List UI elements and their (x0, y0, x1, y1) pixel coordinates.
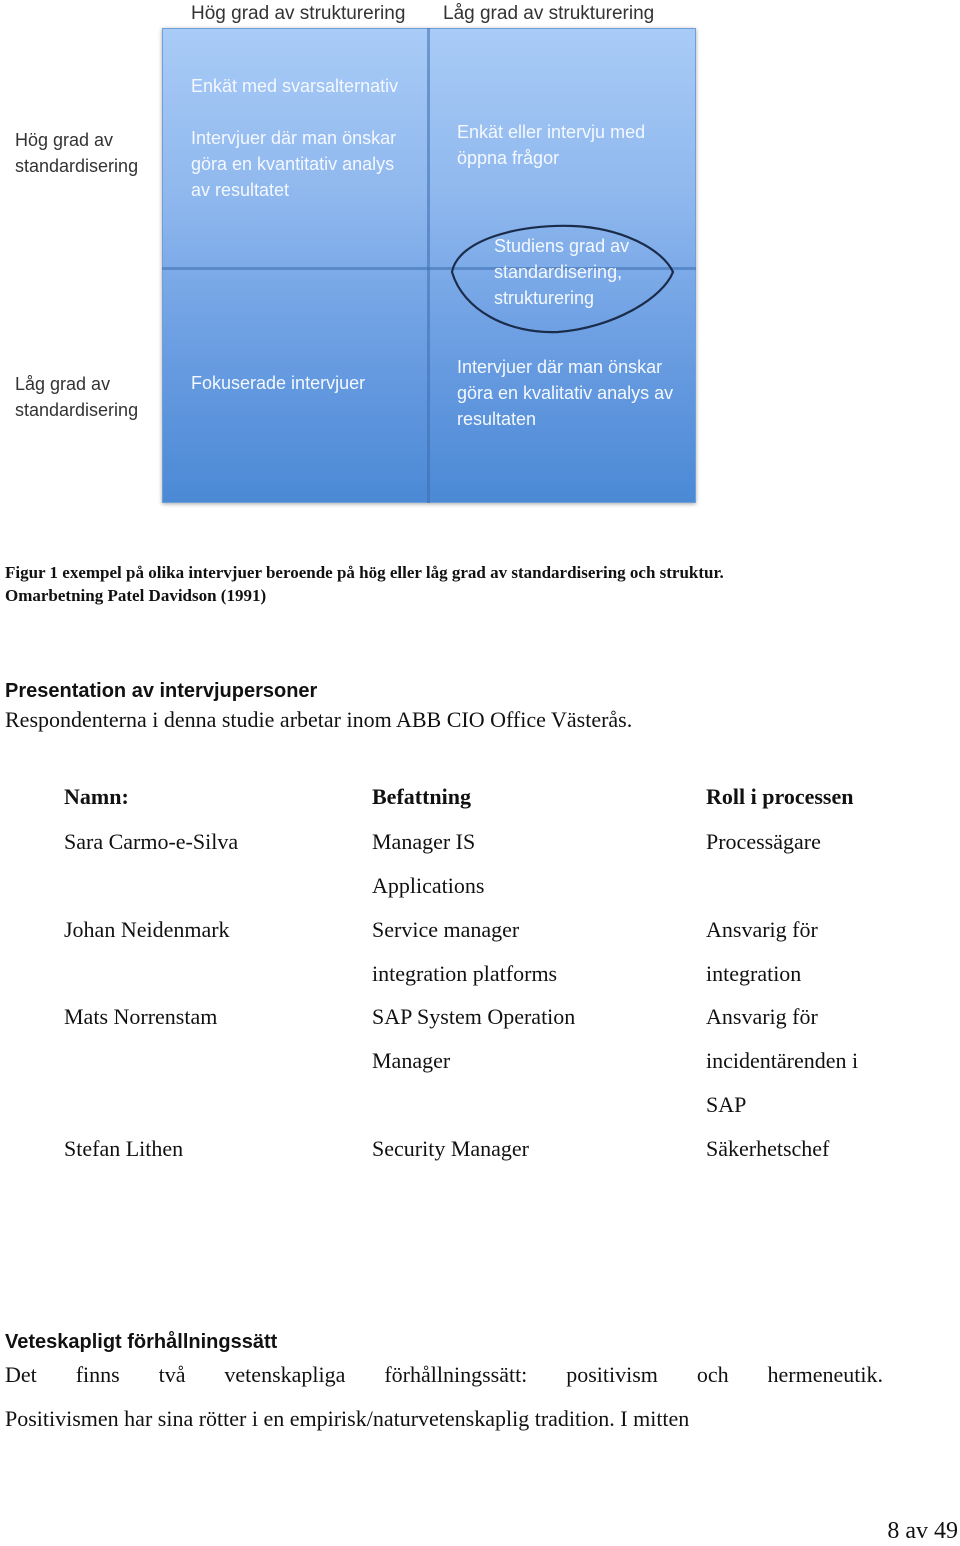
section-heading-presentation: Presentation av intervjupersoner (5, 680, 318, 702)
cell-bottom-left: Fokuserade intervjuer (191, 370, 365, 396)
cell-line: öppna frågor (457, 148, 560, 168)
word: finns (75, 1362, 120, 1387)
row-label-line: Hög grad av (15, 130, 114, 150)
highlight-line: Studiens grad av (494, 236, 630, 256)
row-label-line: standardisering (15, 400, 139, 420)
cell-bottom-right: Intervjuer där man önskar göra en kvalit… (457, 354, 673, 432)
word: positivism (566, 1362, 658, 1387)
cell-line: av resultatet (191, 180, 290, 200)
table-cell-name: Stefan Lithen (64, 1136, 184, 1161)
word: vetenskapliga (224, 1362, 346, 1387)
presentation-text: Respondenterna i denna studie arbetar in… (5, 707, 633, 732)
table-cell-title: Manager IS Applications (372, 820, 484, 908)
word: och (696, 1362, 729, 1387)
cell-line: integration platforms (372, 961, 558, 986)
caption-line: Figur 1 exempel på olika intervjuer bero… (5, 563, 724, 582)
cell-line: Manager (372, 1048, 451, 1073)
caption-line: Omarbetning Patel Davidson (1991) (5, 586, 267, 605)
cell-line: Säkerhetschef (706, 1136, 830, 1161)
table-cell-role: Säkerhetschef (706, 1127, 829, 1171)
cell-line: Security Manager (372, 1136, 529, 1161)
table-header-role: Roll i processen (706, 784, 854, 809)
cell-line: integration (706, 961, 802, 986)
cell-top-left-item2: Intervjuer där man önskar göra en kvanti… (191, 125, 396, 203)
table-header-name: Namn: (64, 784, 129, 809)
section-heading-scientific-approach: Veteskapligt förhållningssätt (5, 1331, 278, 1353)
cell-line: incidentärenden i (706, 1048, 859, 1073)
cell-line: Applications (372, 873, 485, 898)
table-cell-role: Ansvarig för integration (706, 908, 818, 996)
cell-top-right: Enkät eller intervju med öppna frågor (457, 119, 645, 171)
cell-line: Processägare (706, 829, 821, 854)
cell-top-left-item1: Enkät med svarsalternativ (191, 76, 399, 96)
table-cell-role: Processägare (706, 820, 821, 864)
cell-line: göra en kvantitativ analys (191, 154, 395, 174)
cell-line: göra en kvalitativ analys av (457, 383, 674, 403)
scientific-text-line2: Positivismen har sina rötter i en empiri… (5, 1406, 690, 1431)
table-cell-title: Service manager integration platforms (372, 908, 557, 996)
table-cell-name: Sara Carmo-e-Silva (64, 829, 239, 854)
cell-line: resultaten (457, 409, 537, 429)
row-label-line: Låg grad av (15, 374, 111, 394)
table-cell-title: Security Manager (372, 1127, 529, 1171)
cell-line: SAP (706, 1092, 747, 1117)
table-cell-title: SAP System Operation Manager (372, 995, 575, 1083)
figure-standardization-structuring: Hög grad av strukturering Låg grad av st… (0, 0, 960, 520)
highlight-line: standardisering, (494, 262, 623, 282)
scientific-text-line1: Det finns två vetenskapliga förhållnings… (5, 1362, 883, 1388)
figure-caption: Figur 1 exempel på olika intervjuer bero… (5, 561, 724, 607)
row-label-line: standardisering (15, 156, 139, 176)
grid-vertical-divider (427, 28, 430, 503)
word: Det (5, 1362, 37, 1387)
cell-line: Manager IS (372, 829, 476, 854)
highlight-text: Studiens grad av standardisering, strukt… (494, 233, 629, 311)
column-label-high-structuring: Hög grad av strukturering (191, 3, 406, 24)
column-label-low-structuring: Låg grad av strukturering (443, 3, 655, 24)
table-cell-role: Ansvarig för incidentärenden i SAP (706, 995, 858, 1127)
highlight-line: strukturering (494, 288, 595, 308)
word: hermeneutik. (767, 1362, 883, 1387)
cell-line: Ansvarig för (706, 1004, 818, 1029)
cell-line: SAP System Operation (372, 1004, 576, 1029)
cell-line: Enkät eller intervju med (457, 122, 646, 142)
table-cell-name: Johan Neidenmark (64, 917, 230, 942)
respondent-table: Namn: Befattning Roll i processen Sara C… (0, 780, 960, 1180)
table-header-title: Befattning (372, 784, 471, 809)
cell-line: Intervjuer där man önskar (457, 357, 663, 377)
word: två (158, 1362, 186, 1387)
page-number: 8 av 49 (887, 1518, 958, 1544)
cell-line: Ansvarig för (706, 917, 818, 942)
row-label-high-standardization: Hög grad av standardisering (15, 127, 138, 179)
cell-line: Service manager (372, 917, 520, 942)
table-cell-name: Mats Norrenstam (64, 1004, 218, 1029)
cell-line: Fokuserade intervjuer (191, 373, 366, 393)
row-label-low-standardization: Låg grad av standardisering (15, 371, 138, 423)
word: förhållningssätt: (384, 1362, 528, 1387)
cell-line: Intervjuer där man önskar (191, 128, 397, 148)
